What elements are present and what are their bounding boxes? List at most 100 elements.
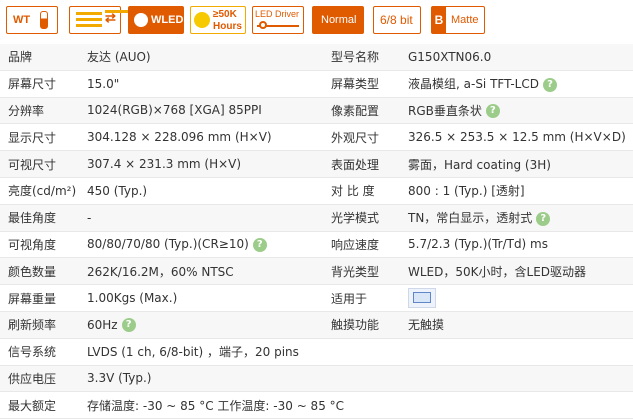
spec-value: 307.4 × 231.3 mm (H×V) (79, 150, 323, 178)
spec-value (400, 284, 633, 312)
help-icon[interactable]: ? (485, 104, 500, 119)
spec-value: 800 : 1 (Typ.) [透射] (400, 177, 633, 205)
spec-label: 触摸功能 (323, 311, 400, 339)
table-row: 可视角度 80/80/70/80 (Typ.)(CR≥10)? 响应速度 5.7… (0, 231, 633, 259)
matte-badge: B Matte (431, 6, 485, 34)
spec-value: 液晶模组, a-Si TFT-LCD? (400, 70, 633, 98)
spec-value: 262K/16.2M，60% NTSC (79, 257, 323, 286)
table-row: 最大额定 存储温度: -30 ~ 85 °C 工作温度: -30 ~ 85 °C (0, 391, 633, 419)
spec-value: 60Hz? (79, 311, 323, 339)
spec-label: 背光类型 (323, 257, 400, 286)
spec-value: 3.3V (Typ.) (79, 365, 633, 393)
spec-label: 像素配置 (323, 97, 400, 125)
wled-label: WLED (151, 14, 184, 26)
refresh-rate-text: 60Hz (87, 317, 118, 332)
spec-value: LVDS (1 ch, 6/8-bit) ，端子，20 pins (79, 338, 633, 366)
viewing-angle-text: 80/80/70/80 (Typ.)(CR≥10) (87, 237, 249, 252)
spec-label: 可视尺寸 (0, 150, 79, 178)
spec-value: G150XTN06.0 (400, 44, 633, 71)
table-row: 屏幕尺寸 15.0" 屏幕类型 液晶模组, a-Si TFT-LCD? (0, 70, 633, 98)
led-driver-badge: LED Driver (252, 6, 304, 34)
spec-value: - (79, 204, 323, 232)
spec-value: 雾面，Hard coating (3H) (400, 150, 633, 178)
wide-temperature-badge: WT (6, 6, 58, 34)
wled-badge: WLED (128, 6, 184, 34)
spec-label: 供应电压 (0, 365, 79, 393)
spec-label: 可视角度 (0, 231, 79, 259)
spec-value: TN，常白显示，透射式? (400, 204, 633, 232)
spec-label: 最佳角度 (0, 204, 79, 232)
light-icon (134, 13, 148, 27)
matte-label: Matte (451, 14, 479, 26)
spec-value: 80/80/70/80 (Typ.)(CR≥10)? (79, 231, 323, 259)
driver-dot-icon (259, 21, 267, 29)
led-driver-label: LED Driver (255, 9, 300, 19)
spec-value: 5.7/2.3 (Typ.)(Tr/Td) ms (400, 231, 633, 259)
table-row: 刷新频率 60Hz? 触摸功能 无触摸 (0, 311, 633, 339)
spec-label: 外观尺寸 (323, 123, 400, 152)
spec-label: 信号系统 (0, 338, 79, 366)
spec-label: 型号名称 (323, 44, 400, 71)
spec-label: 对 比 度 (323, 177, 400, 205)
stripe-icon (76, 24, 102, 27)
spec-value: 450 (Typ.) (79, 177, 323, 205)
table-row: 最佳角度 - 光学模式 TN，常白显示，透射式? (0, 204, 633, 232)
spec-value: WLED，50K小时，含LED驱动器 (400, 257, 633, 286)
spec-value: 友达 (AUO) (79, 44, 323, 71)
normal-badge: Normal (312, 6, 364, 34)
spec-label: 最大额定 (0, 391, 79, 419)
spec-label: 光学模式 (323, 204, 400, 232)
wt-label: WT (13, 14, 31, 26)
spec-label: 响应速度 (323, 231, 400, 259)
help-icon[interactable]: ? (542, 77, 557, 92)
spec-value: 无触摸 (400, 311, 633, 339)
spec-value: 存储温度: -30 ~ 85 °C 工作温度: -30 ~ 85 °C (79, 391, 633, 419)
spec-label: 屏幕类型 (323, 70, 400, 98)
table-row: 屏幕重量 1.00Kgs (Max.) 适用于 (0, 284, 633, 312)
monitor-icon[interactable] (408, 288, 436, 309)
table-row: 信号系统 LVDS (1 ch, 6/8-bit) ，端子，20 pins (0, 338, 633, 366)
spec-label: 适用于 (323, 284, 400, 312)
spec-value: 1.00Kgs (Max.) (79, 284, 323, 312)
spec-value: 15.0" (79, 70, 323, 98)
bit-label: 6/8 bit (380, 13, 413, 27)
help-icon[interactable]: ? (121, 318, 136, 333)
help-icon[interactable]: ? (252, 237, 267, 252)
thermometer-icon (40, 11, 48, 29)
bulb-icon (194, 12, 210, 28)
table-row: 供应电压 3.3V (Typ.) (0, 365, 633, 393)
spec-label: 品牌 (0, 44, 79, 71)
panel-type-text: 液晶模组, a-Si TFT-LCD (408, 77, 539, 92)
spec-value: RGB垂直条状? (400, 97, 633, 125)
spec-label: 显示尺寸 (0, 123, 79, 152)
spec-value: 1024(RGB)×768 [XGA] 85PPI (79, 97, 323, 125)
hours-value: ≥50K (213, 9, 237, 20)
table-row: 亮度(cd/m²) 450 (Typ.) 对 比 度 800 : 1 (Typ.… (0, 177, 633, 205)
stripe-icon (76, 18, 102, 21)
help-icon[interactable]: ? (536, 211, 551, 226)
spec-label: 屏幕尺寸 (0, 70, 79, 98)
spec-label: 刷新频率 (0, 311, 79, 339)
hours-label: Hours (213, 21, 242, 32)
spec-table: 品牌 友达 (AUO) 型号名称 G150XTN06.0 屏幕尺寸 15.0" … (0, 44, 633, 419)
table-row: 显示尺寸 304.128 × 228.096 mm (H×V) 外观尺寸 326… (0, 123, 633, 152)
lifetime-badge: ≥50K Hours (190, 6, 246, 34)
normal-label: Normal (321, 14, 357, 26)
feature-badges: WT ⇄ WLED ≥50K Hours LED Driver Normal 6… (0, 0, 633, 42)
spec-value: 304.128 × 228.096 mm (H×V) (79, 123, 323, 152)
table-row: 品牌 友达 (AUO) 型号名称 G150XTN06.0 (0, 44, 633, 71)
table-row: 可视尺寸 307.4 × 231.3 mm (H×V) 表面处理 雾面，Hard… (0, 150, 633, 178)
optical-mode-text: TN，常白显示，透射式 (408, 211, 533, 226)
table-row: 分辨率 1024(RGB)×768 [XGA] 85PPI 像素配置 RGB垂直… (0, 97, 633, 125)
matte-letter: B (432, 7, 446, 33)
spec-label: 屏幕重量 (0, 284, 79, 312)
spec-label: 颜色数量 (0, 257, 79, 286)
pixel-arrangement-text: RGB垂直条状 (408, 103, 482, 118)
table-row: 颜色数量 262K/16.2M，60% NTSC 背光类型 WLED，50K小时… (0, 257, 633, 286)
spec-label: 亮度(cd/m²) (0, 177, 79, 205)
color-depth-badge: 6/8 bit (373, 6, 421, 34)
spec-label: 分辨率 (0, 97, 79, 125)
spec-label: 表面处理 (323, 150, 400, 178)
spec-value: 326.5 × 253.5 × 12.5 mm (H×V×D) (400, 123, 633, 152)
interface-badge: ⇄ (69, 6, 131, 34)
